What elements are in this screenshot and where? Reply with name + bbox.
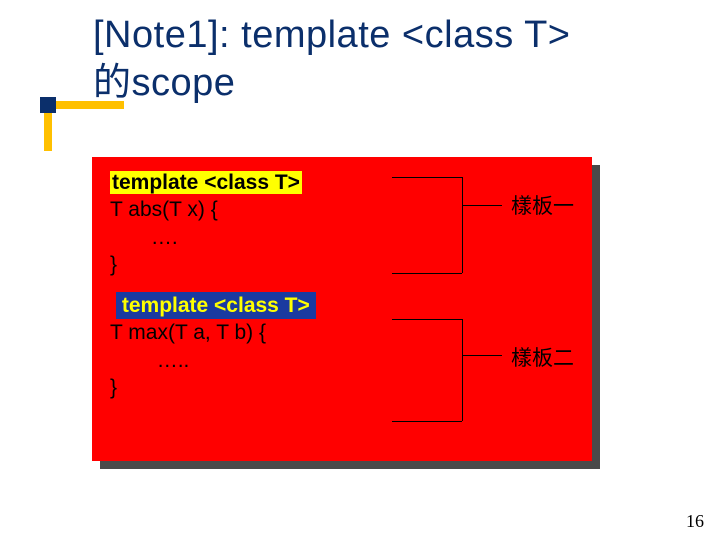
bracket-2-pointer bbox=[462, 355, 502, 356]
code-sig-2: T max(T a, T b) { bbox=[110, 321, 266, 344]
code-close-1: } bbox=[110, 253, 117, 276]
template-decl-2: template <class T> bbox=[116, 292, 316, 319]
code-sig-1: T abs(T x) { bbox=[110, 198, 218, 221]
page-number: 16 bbox=[686, 511, 704, 532]
code-block-2: template <class T> T max(T a, T b) { …..… bbox=[110, 292, 574, 401]
bracket-1-pointer bbox=[462, 205, 502, 206]
code-block-1: template <class T> T abs(T x) { …. } bbox=[110, 169, 574, 278]
spacer bbox=[110, 278, 574, 292]
bracket-1-bottom bbox=[392, 273, 462, 274]
bracket-2-bottom bbox=[392, 421, 462, 422]
accent-square bbox=[40, 97, 56, 113]
code-close-2: } bbox=[110, 376, 117, 399]
slide-title: [Note1]: template <class T> 的scope bbox=[93, 12, 570, 107]
slide: [Note1]: template <class T> 的scope templ… bbox=[0, 0, 720, 540]
label-template-one: 樣板一 bbox=[511, 193, 574, 220]
template-decl-1: template <class T> bbox=[110, 171, 302, 194]
label-template-two: 樣板二 bbox=[511, 345, 574, 372]
code-dots-1: …. bbox=[151, 226, 178, 249]
bracket-1-top bbox=[392, 177, 462, 178]
code-panel: template <class T> T abs(T x) { …. } tem… bbox=[92, 157, 592, 461]
title-line-2: 的scope bbox=[93, 62, 235, 104]
title-line-1: [Note1]: template <class T> bbox=[93, 14, 570, 56]
bracket-2-vertical bbox=[462, 319, 463, 421]
bracket-1-vertical bbox=[462, 177, 463, 273]
code-dots-2: ….. bbox=[157, 349, 190, 372]
bracket-2-top bbox=[392, 319, 462, 320]
